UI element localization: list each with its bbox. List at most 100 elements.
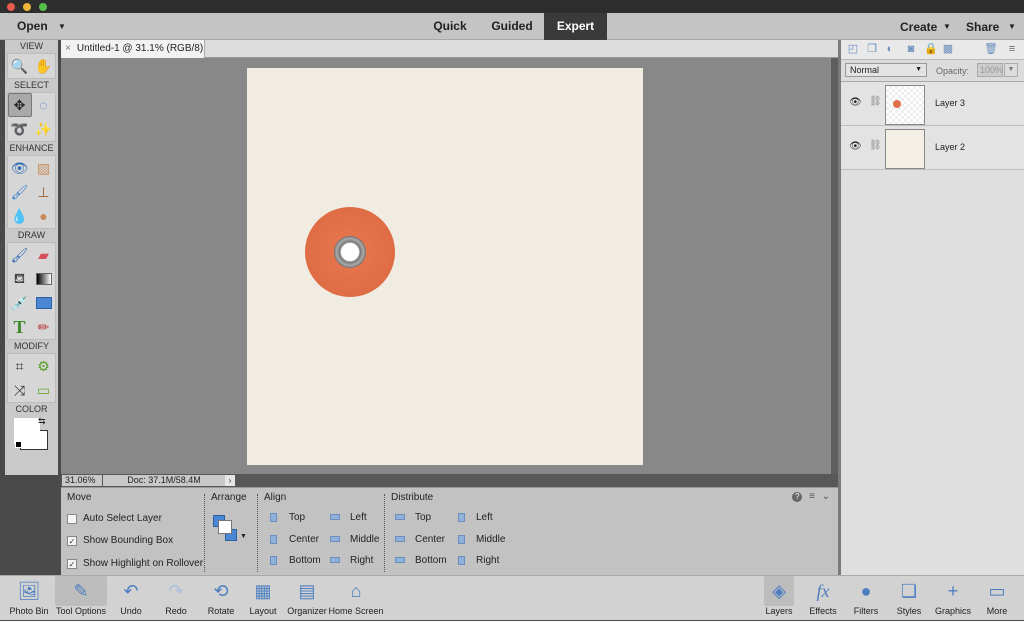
distribute-top-button[interactable]: Top [415, 512, 431, 523]
canvas[interactable] [247, 68, 643, 465]
tool-options-button[interactable]: ✎ Tool Options [55, 576, 107, 621]
share-dropdown-icon[interactable]: ▼ [1008, 22, 1016, 31]
create-dropdown-icon[interactable]: ▼ [943, 22, 951, 31]
recompose-tool-icon[interactable]: ⚙ [32, 354, 56, 378]
align-right-button[interactable]: Right [350, 555, 373, 566]
show-bounding-box-checkbox[interactable]: ✓ [67, 536, 77, 546]
layers-button[interactable]: ◈ Layers [764, 576, 794, 621]
lasso-tool-icon[interactable]: ➰ [8, 117, 32, 141]
share-menu-button[interactable]: Share [966, 20, 999, 34]
rotate-button[interactable]: ⟲ Rotate [203, 576, 239, 621]
gradient-tool-icon[interactable] [32, 267, 56, 291]
magic-wand-icon[interactable]: ✨ [32, 117, 56, 141]
distribute-bottom-button[interactable]: Bottom [415, 555, 447, 566]
new-group-icon[interactable]: ❐ [866, 43, 878, 55]
graphics-button[interactable]: + Graphics [933, 576, 973, 621]
layout-button[interactable]: ▦ Layout [247, 576, 279, 621]
align-left-icon[interactable] [328, 511, 342, 523]
blend-mode-select[interactable]: Normal ▼ [845, 63, 927, 77]
align-center-button[interactable]: Center [289, 534, 319, 545]
spot-healing-icon[interactable]: ▨ [32, 156, 56, 180]
visibility-eye-icon[interactable]: 👁 [849, 97, 862, 108]
close-window-button[interactable] [7, 3, 15, 11]
sponge-tool-icon[interactable]: ● [32, 204, 56, 228]
link-icon[interactable]: ⛓ [869, 96, 882, 107]
zoom-readout[interactable]: 31.06% [62, 475, 102, 486]
link-icon[interactable]: ⛓ [869, 140, 882, 151]
layer-row-layer-2[interactable]: 👁 ⛓ Layer 2 [841, 126, 1024, 170]
document-tab[interactable]: ×Untitled-1 @ 31.1% (RGB/8) * [61, 40, 205, 72]
organizer-button[interactable]: ▤ Organizer [285, 576, 329, 621]
minimize-window-button[interactable] [23, 3, 31, 11]
default-colors-icon[interactable] [15, 441, 22, 448]
clone-stamp-icon[interactable]: ⊥ [32, 180, 56, 204]
eyedropper-icon[interactable]: 💉 [8, 291, 32, 315]
distribute-top-icon[interactable] [393, 511, 407, 523]
distribute-left-icon[interactable] [454, 511, 468, 523]
orange-disc-layer[interactable] [305, 207, 395, 297]
zoom-tool-icon[interactable]: 🔍 [8, 54, 32, 78]
undo-button[interactable]: ↶ Undo [115, 576, 147, 621]
show-highlight-checkbox[interactable]: ✓ [67, 559, 77, 569]
smart-brush-icon[interactable]: 🖌 [8, 180, 32, 204]
align-bottom-button[interactable]: Bottom [289, 555, 321, 566]
align-right-icon[interactable] [328, 554, 342, 566]
distribute-bottom-icon[interactable] [393, 554, 407, 566]
distribute-middle-button[interactable]: Middle [476, 534, 505, 545]
vertical-scrollbar[interactable] [831, 58, 838, 474]
arrange-dropdown[interactable]: ▼ [213, 515, 247, 545]
open-dropdown-icon[interactable]: ▼ [58, 22, 66, 31]
visibility-eye-icon[interactable]: 👁 [849, 141, 862, 152]
align-top-icon[interactable] [266, 511, 280, 523]
mode-tab-expert[interactable]: Expert [544, 13, 607, 40]
close-tab-icon[interactable]: × [65, 43, 71, 54]
align-middle-button[interactable]: Middle [350, 534, 379, 545]
layer-row-layer-3[interactable]: 👁 ⛓ Layer 3 [841, 82, 1024, 126]
elliptical-marquee-icon[interactable]: ◌ [32, 93, 56, 117]
distribute-center-button[interactable]: Center [415, 534, 445, 545]
align-middle-icon[interactable] [328, 533, 342, 545]
styles-button[interactable]: ❏ Styles [893, 576, 925, 621]
distribute-middle-icon[interactable] [454, 533, 468, 545]
straighten-tool-icon[interactable]: ▭ [32, 378, 56, 402]
align-bottom-icon[interactable] [266, 554, 280, 566]
swap-colors-icon[interactable]: ⇆ [38, 416, 46, 427]
distribute-right-button[interactable]: Right [476, 555, 499, 566]
status-menu-arrow-icon[interactable]: › [225, 475, 235, 486]
layer-mask-icon[interactable]: ◙ [905, 43, 917, 55]
lock-all-icon[interactable]: 🔒 [924, 43, 938, 55]
content-aware-move-icon[interactable]: ⤨ [8, 378, 32, 402]
red-eye-tool-icon[interactable]: 👁 [8, 156, 32, 180]
paint-bucket-icon[interactable]: ⛾ [8, 267, 32, 291]
layers-panel-menu-icon[interactable]: ≡ [1006, 43, 1018, 55]
opacity-input[interactable]: 100% [977, 63, 1003, 77]
more-button[interactable]: ▭ More [982, 576, 1012, 621]
align-left-button[interactable]: Left [350, 512, 367, 523]
opacity-dropdown-icon[interactable]: ▼ [1004, 63, 1018, 77]
align-center-icon[interactable] [266, 533, 280, 545]
home-screen-button[interactable]: ⌂ Home Screen [328, 576, 384, 621]
lock-transparent-icon[interactable]: ▩ [942, 43, 954, 55]
open-button[interactable]: Open [17, 19, 48, 33]
mode-tab-guided[interactable]: Guided [482, 13, 542, 40]
brush-tool-icon[interactable]: 🖌 [8, 243, 32, 267]
align-top-button[interactable]: Top [289, 512, 305, 523]
new-layer-icon[interactable]: ◰ [847, 43, 859, 55]
distribute-left-button[interactable]: Left [476, 512, 493, 523]
zoom-window-button[interactable] [39, 3, 47, 11]
distribute-center-icon[interactable] [393, 533, 407, 545]
panel-menu-icon[interactable]: ≡ [809, 491, 815, 502]
blur-tool-icon[interactable]: 💧 [8, 204, 32, 228]
help-icon[interactable]: ? [792, 492, 803, 502]
shape-tool-icon[interactable] [32, 291, 56, 315]
filters-button[interactable]: ● Filters [850, 576, 882, 621]
distribute-right-icon[interactable] [454, 554, 468, 566]
effects-button[interactable]: fx Effects [806, 576, 840, 621]
create-menu-button[interactable]: Create [900, 20, 937, 34]
eraser-tool-icon[interactable]: ▰ [32, 243, 56, 267]
mode-tab-quick[interactable]: Quick [424, 13, 476, 40]
crop-tool-icon[interactable]: ⌗ [8, 354, 32, 378]
delete-layer-icon[interactable]: 🗑 [984, 43, 998, 55]
auto-select-layer-checkbox[interactable] [67, 514, 77, 524]
hand-tool-icon[interactable]: ✋ [32, 54, 56, 78]
